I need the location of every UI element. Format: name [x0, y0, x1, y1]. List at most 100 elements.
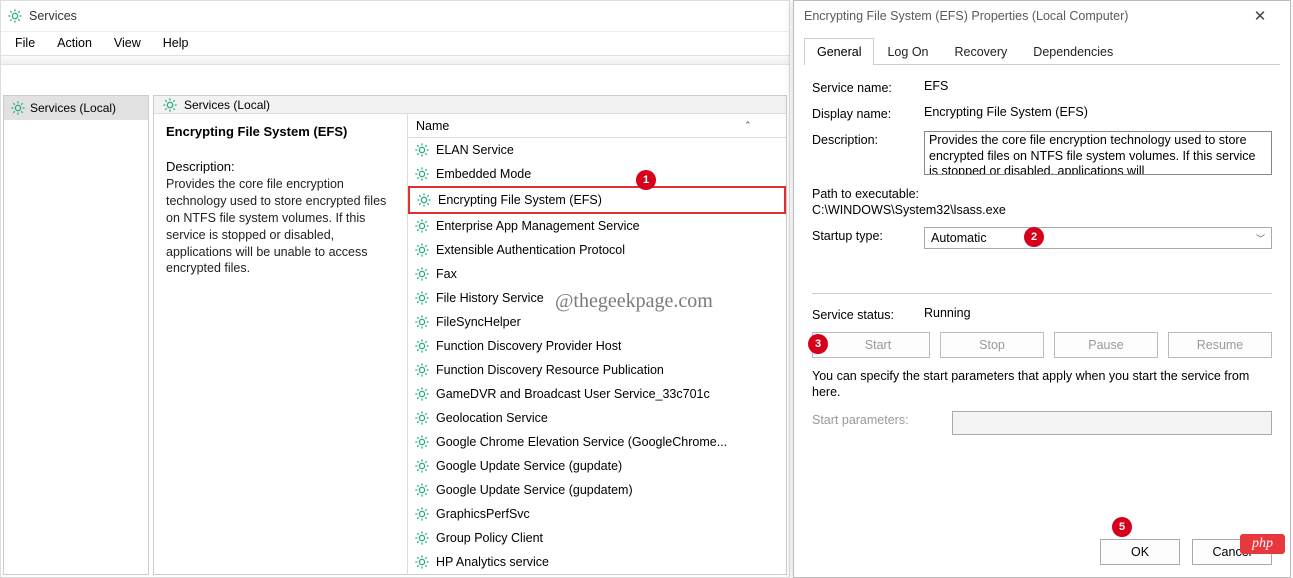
start-params-input[interactable]: [952, 411, 1272, 435]
service-row[interactable]: Geolocation Service: [408, 406, 786, 430]
tree-services-local[interactable]: Services (Local): [4, 96, 148, 120]
display-name-label: Display name:: [812, 105, 924, 121]
menubar: File Action View Help: [1, 31, 789, 55]
pane-header-label: Services (Local): [184, 98, 270, 112]
description-textbox[interactable]: Provides the core file encryption techno…: [924, 131, 1272, 175]
gear-icon: [414, 218, 430, 234]
service-name: FileSyncHelper: [436, 315, 521, 329]
service-name: HP Analytics service: [436, 555, 549, 569]
sort-caret-icon: ⌃: [744, 120, 752, 131]
column-header-row[interactable]: Name ⌃: [408, 114, 786, 138]
pause-button[interactable]: Pause: [1054, 332, 1158, 358]
service-row[interactable]: Group Policy Client: [408, 526, 786, 550]
service-name: Group Policy Client: [436, 531, 543, 545]
gear-icon: [414, 362, 430, 378]
service-row[interactable]: Embedded Mode: [408, 162, 786, 186]
resume-button[interactable]: Resume: [1168, 332, 1272, 358]
service-name: Embedded Mode: [436, 167, 531, 181]
gear-icon: [416, 192, 432, 208]
tabstrip: General Log On Recovery Dependencies: [804, 37, 1280, 65]
service-name: Enterprise App Management Service: [436, 219, 640, 233]
display-name-value: Encrypting File System (EFS): [924, 105, 1272, 119]
service-name: Function Discovery Provider Host: [436, 339, 621, 353]
selected-service-title: Encrypting File System (EFS): [166, 124, 395, 139]
service-row[interactable]: Function Discovery Resource Publication: [408, 358, 786, 382]
service-row[interactable]: Google Chrome Elevation Service (GoogleC…: [408, 430, 786, 454]
menu-file[interactable]: File: [5, 33, 45, 53]
description-label: Description:: [812, 131, 924, 147]
gear-icon: [414, 458, 430, 474]
php-badge: php: [1240, 534, 1285, 554]
service-row[interactable]: Fax: [408, 262, 786, 286]
service-status-label: Service status:: [812, 306, 924, 322]
start-params-hint: You can specify the start parameters tha…: [812, 368, 1272, 401]
chevron-down-icon: ﹀: [1256, 232, 1265, 245]
window-title: Services: [29, 9, 77, 23]
startup-type-select[interactable]: Automatic ﹀: [924, 227, 1272, 249]
service-row[interactable]: GameDVR and Broadcast User Service_33c70…: [408, 382, 786, 406]
tab-body: Service name: EFS Display name: Encrypti…: [794, 65, 1290, 455]
service-name: Geolocation Service: [436, 411, 548, 425]
gear-icon: [414, 554, 430, 570]
service-row[interactable]: Enterprise App Management Service: [408, 214, 786, 238]
menu-action[interactable]: Action: [47, 33, 102, 53]
selected-service-description: Provides the core file encryption techno…: [166, 176, 395, 277]
service-name: Google Update Service (gupdate): [436, 459, 622, 473]
service-name-label: Service name:: [812, 79, 924, 95]
gear-icon: [162, 97, 178, 113]
service-row[interactable]: FileSyncHelper: [408, 310, 786, 334]
close-icon[interactable]: ✕: [1240, 7, 1280, 25]
tab-log-on[interactable]: Log On: [874, 38, 941, 65]
tab-recovery[interactable]: Recovery: [942, 38, 1021, 65]
annotation-1: 1: [636, 170, 656, 190]
service-name: Fax: [436, 267, 457, 281]
start-button[interactable]: Start: [812, 332, 930, 358]
path-value: C:\WINDOWS\System32\lsass.exe: [812, 203, 1006, 217]
gear-icon: [414, 166, 430, 182]
menu-help[interactable]: Help: [153, 33, 199, 53]
startup-type-label: Startup type:: [812, 227, 924, 243]
main-area: Services (Local) Services (Local) Encryp…: [1, 93, 789, 577]
tab-general[interactable]: General: [804, 38, 874, 65]
service-name: Extensible Authentication Protocol: [436, 243, 625, 257]
service-name: Encrypting File System (EFS): [438, 193, 602, 207]
services-list[interactable]: ELAN Service Embedded Mode Encrypting File…: [408, 138, 786, 574]
service-row[interactable]: Function Discovery Provider Host: [408, 334, 786, 358]
service-row[interactable]: GraphicsPerfSvc: [408, 502, 786, 526]
gear-icon: [414, 434, 430, 450]
gear-icon: [414, 142, 430, 158]
service-name-value: EFS: [924, 79, 1272, 93]
annotation-2: 2: [1024, 227, 1044, 247]
gear-icon: [414, 482, 430, 498]
properties-dialog: Encrypting File System (EFS) Properties …: [793, 0, 1291, 578]
start-params-label: Start parameters:: [812, 411, 952, 427]
dialog-title: Encrypting File System (EFS) Properties …: [804, 9, 1240, 23]
services-list-column: Name ⌃ ELAN Service Embedded Mode Encrypti…: [408, 114, 786, 574]
gear-icon: [414, 290, 430, 306]
service-row[interactable]: Google Update Service (gupdatem): [408, 478, 786, 502]
stop-button[interactable]: Stop: [940, 332, 1044, 358]
service-row[interactable]: Encrypting File System (EFS): [408, 186, 786, 214]
service-row[interactable]: Extensible Authentication Protocol: [408, 238, 786, 262]
service-row[interactable]: Google Update Service (gupdate): [408, 454, 786, 478]
divider: [812, 293, 1272, 294]
toolbar: [1, 55, 789, 65]
details-area: Encrypting File System (EFS) Description…: [154, 114, 786, 574]
service-row[interactable]: HP Analytics service: [408, 550, 786, 574]
service-name: File History Service: [436, 291, 544, 305]
annotation-3: 3: [808, 334, 828, 354]
gear-icon: [414, 338, 430, 354]
column-header-name[interactable]: Name: [416, 119, 636, 133]
service-row[interactable]: ELAN Service: [408, 138, 786, 162]
services-window: Services File Action View Help Services …: [0, 0, 790, 578]
ok-button[interactable]: OK: [1100, 539, 1180, 565]
service-name: Function Discovery Resource Publication: [436, 363, 664, 377]
content-pane: Services (Local) Encrypting File System …: [153, 95, 787, 575]
gear-icon: [414, 410, 430, 426]
tree-pane: Services (Local): [3, 95, 149, 575]
service-name: Google Update Service (gupdatem): [436, 483, 633, 497]
annotation-5: 5: [1112, 517, 1132, 537]
tab-dependencies[interactable]: Dependencies: [1020, 38, 1126, 65]
menu-view[interactable]: View: [104, 33, 151, 53]
description-column: Encrypting File System (EFS) Description…: [154, 114, 408, 574]
